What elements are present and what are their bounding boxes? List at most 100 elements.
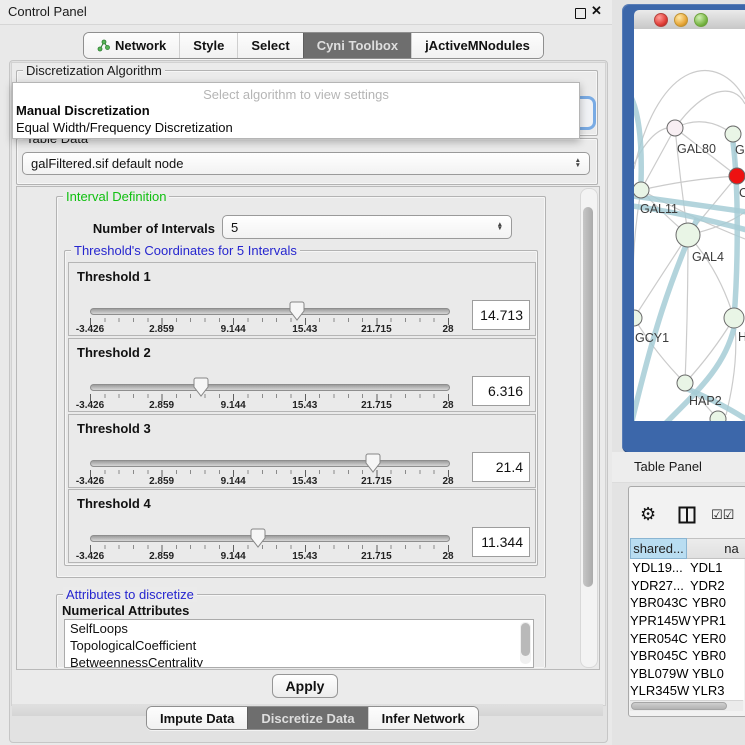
slider-tick-label: 15.43 bbox=[292, 476, 317, 487]
table-column-header[interactable]: shared... bbox=[630, 538, 687, 559]
slider-tick-label: -3.426 bbox=[76, 551, 104, 562]
network-edge[interactable] bbox=[641, 176, 737, 190]
network-node-h[interactable] bbox=[724, 308, 744, 328]
close-traffic-light-icon[interactable] bbox=[654, 13, 668, 27]
table-row[interactable]: YDL19...YDL1 bbox=[630, 559, 744, 577]
table-row[interactable]: YBR043CYBR0 bbox=[630, 594, 744, 612]
table-cell: YBR0 bbox=[687, 595, 744, 610]
network-edge-thick[interactable] bbox=[634, 95, 641, 182]
columns-icon[interactable] bbox=[678, 506, 696, 524]
tab-network[interactable]: Network bbox=[84, 33, 179, 58]
vertical-scrollbar[interactable] bbox=[580, 188, 598, 668]
zoom-traffic-light-icon[interactable] bbox=[694, 13, 708, 27]
screenshot-root: Control Panel ✕ NetworkStyleSelectCyni T… bbox=[0, 0, 745, 745]
network-canvas[interactable]: GAL80GACGAL11GAL4GCY1HHAP2 bbox=[634, 29, 745, 421]
network-node-hap2[interactable] bbox=[677, 375, 693, 391]
table-row[interactable]: YLR345WYLR3 bbox=[630, 682, 744, 700]
network-node-label: GA bbox=[735, 143, 745, 157]
attributes-list-scrollbar[interactable] bbox=[520, 622, 531, 664]
slider-thumb-icon[interactable] bbox=[193, 377, 209, 397]
threshold-value[interactable]: 14.713 bbox=[472, 300, 530, 330]
slider-major-ticks bbox=[90, 470, 449, 477]
network-node-ga[interactable] bbox=[725, 126, 741, 142]
slider-thumb-icon[interactable] bbox=[250, 528, 266, 548]
table-cell: YDR27... bbox=[630, 578, 685, 593]
network-window-titlebar[interactable] bbox=[634, 10, 745, 30]
table-cell: YBL0 bbox=[687, 666, 744, 681]
gear-icon[interactable]: ⚙ bbox=[640, 504, 656, 525]
network-node-gal80[interactable] bbox=[667, 120, 683, 136]
minimize-traffic-light-icon[interactable] bbox=[674, 13, 688, 27]
threshold-value[interactable]: 6.316 bbox=[472, 376, 530, 406]
threshold-slider[interactable]: -3.4262.8599.14415.4321.71528 bbox=[90, 377, 448, 411]
slider-thumb-icon[interactable] bbox=[365, 453, 381, 473]
slider-track[interactable] bbox=[90, 384, 450, 391]
tab-label: Infer Network bbox=[382, 711, 465, 726]
slider-tick-label: -3.426 bbox=[76, 476, 104, 487]
vertical-scrollbar-thumb[interactable] bbox=[583, 207, 593, 587]
tab-label: Style bbox=[193, 38, 224, 53]
tab-select[interactable]: Select bbox=[237, 33, 302, 58]
network-node-label: H bbox=[738, 330, 745, 344]
threshold-slider[interactable]: -3.4262.8599.14415.4321.71528 bbox=[90, 528, 448, 562]
tab-cyni-toolbox[interactable]: Cyni Toolbox bbox=[303, 33, 411, 58]
table-row[interactable]: YDR27...YDR2 bbox=[630, 577, 744, 595]
tab-infer-network[interactable]: Infer Network bbox=[368, 707, 478, 729]
table-row[interactable]: YBL079WYBL0 bbox=[630, 665, 744, 683]
table-panel-title: Table Panel bbox=[634, 459, 702, 474]
tab-discretize-data[interactable]: Discretize Data bbox=[247, 707, 367, 729]
threshold-value[interactable]: 11.344 bbox=[472, 527, 530, 557]
slider-tick-label: 9.144 bbox=[221, 476, 246, 487]
control-panel-tab-bar: Network Style SelectCyni ToolboxjActiveMNo… bbox=[83, 32, 544, 59]
slider-thumb-icon[interactable] bbox=[289, 301, 305, 321]
cyni-mode-tab-bar: Impute Data Discretize Data Infer Network bbox=[146, 706, 479, 730]
network-node-c[interactable] bbox=[729, 168, 745, 184]
network-node-gal4[interactable] bbox=[676, 223, 700, 247]
apply-button[interactable]: Apply bbox=[272, 674, 338, 698]
checkbox-filter-icons[interactable]: ☑☑ bbox=[711, 508, 734, 523]
slider-tick-label: 9.144 bbox=[221, 400, 246, 411]
horizontal-scrollbar-thumb[interactable] bbox=[631, 702, 727, 710]
network-edge[interactable] bbox=[641, 128, 675, 190]
tab-jactivemnodules[interactable]: jActiveMNodules bbox=[411, 33, 543, 58]
network-edge[interactable] bbox=[688, 235, 734, 318]
dropdown-option-manual-discretization[interactable]: Manual Discretization bbox=[16, 103, 150, 118]
tab-label: Discretize Data bbox=[261, 711, 354, 726]
table-cell: YBR043C bbox=[630, 595, 687, 610]
tab-label: Network bbox=[115, 38, 166, 53]
table-data-combo[interactable]: galFiltered.sif default node ▲▼ bbox=[22, 152, 590, 175]
table-cell: YBL079W bbox=[630, 666, 687, 681]
threshold-slider[interactable]: -3.4262.8599.14415.4321.71528 bbox=[90, 453, 448, 487]
horizontal-scrollbar[interactable] bbox=[630, 700, 743, 711]
network-node-gal11[interactable] bbox=[634, 182, 649, 198]
slider-track[interactable] bbox=[90, 308, 450, 315]
table-row[interactable]: YBR045CYBR0 bbox=[630, 647, 744, 665]
group-title-thresholds: Threshold's Coordinates for 5 Intervals bbox=[71, 243, 300, 258]
numerical-attributes-list[interactable]: SelfLoopsTopologicalCoefficientBetweenne… bbox=[64, 619, 534, 668]
threshold-value[interactable]: 21.4 bbox=[472, 452, 530, 482]
dropdown-option-equal-width-frequency-discretization[interactable]: Equal Width/Frequency Discretization bbox=[16, 120, 233, 135]
tab-impute-data[interactable]: Impute Data bbox=[147, 707, 247, 729]
table-row[interactable]: YPR145WYPR1 bbox=[630, 612, 744, 630]
network-edge[interactable] bbox=[675, 122, 733, 134]
network-edge[interactable] bbox=[685, 235, 688, 383]
group-title-attributes: Attributes to discretize bbox=[63, 587, 197, 602]
attribute-item-betweennesscentrality[interactable]: BetweennessCentrality bbox=[65, 654, 533, 668]
attribute-item-topologicalcoefficient[interactable]: TopologicalCoefficient bbox=[65, 637, 533, 654]
close-panel-icon[interactable]: ✕ bbox=[591, 3, 602, 19]
network-node-gcy1[interactable] bbox=[634, 310, 642, 326]
slider-tick-label: 15.43 bbox=[292, 551, 317, 562]
attribute-item-selfloops[interactable]: SelfLoops bbox=[65, 620, 533, 637]
table-column-header[interactable]: na bbox=[687, 538, 745, 559]
table-row[interactable]: YER054CYER0 bbox=[630, 629, 744, 647]
slider-tick-label: 2.859 bbox=[149, 551, 174, 562]
slider-tick-label: 9.144 bbox=[221, 324, 246, 335]
slider-track[interactable] bbox=[90, 460, 450, 467]
threshold-slider[interactable]: -3.4262.8599.14415.4321.71528 bbox=[90, 301, 448, 335]
tab-style[interactable]: Style bbox=[179, 33, 237, 58]
num-intervals-combo[interactable]: 5 ▲▼ bbox=[222, 215, 512, 239]
table-cell: YER054C bbox=[630, 631, 687, 646]
slider-track[interactable] bbox=[90, 535, 450, 542]
slider-major-ticks bbox=[90, 394, 449, 401]
float-panel-icon[interactable] bbox=[575, 8, 586, 19]
